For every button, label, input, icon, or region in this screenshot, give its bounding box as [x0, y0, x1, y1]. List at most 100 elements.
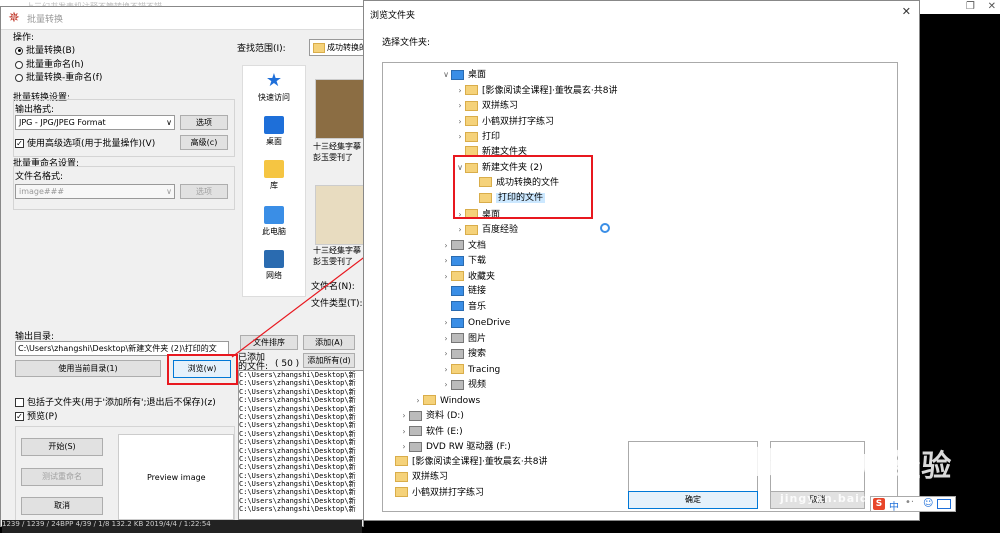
drive-icon — [409, 426, 422, 436]
filename-format-select[interactable]: image### ∨ — [15, 184, 175, 199]
added-files-list[interactable]: C:\Users\zhangshi\Desktop\新 C:\Users\zhan… — [238, 370, 364, 520]
chevron-right-icon[interactable]: › — [455, 129, 465, 144]
options-button[interactable]: 选项 — [180, 115, 228, 130]
use-current-dir-button[interactable]: 使用当前目录(1) — [15, 360, 161, 377]
preview-checkbox[interactable]: ✓ 预览(P) — [15, 409, 57, 422]
list-item[interactable]: C:\Users\zhangshi\Desktop\新 — [239, 379, 363, 387]
chevron-right-icon[interactable]: › — [441, 362, 451, 377]
chevron-right-icon[interactable]: › — [455, 98, 465, 113]
tree-node[interactable]: [影像阅读全课程]·董牧晨玄·共8讲 — [385, 455, 547, 470]
op-batch-convert-rename[interactable]: 批量转换-重命名(f) — [15, 70, 102, 83]
list-item[interactable]: C:\Users\zhangshi\Desktop\新 — [239, 396, 363, 404]
chevron-right-icon[interactable]: › — [455, 222, 465, 237]
add-all-button[interactable]: 添加所有(d) — [303, 353, 355, 368]
list-item[interactable]: C:\Users\zhangshi\Desktop\新 — [239, 497, 363, 505]
tree-node[interactable]: › OneDrive — [441, 315, 510, 330]
list-item[interactable]: C:\Users\zhangshi\Desktop\新 — [239, 463, 363, 471]
tree-node-label: 下载 — [468, 256, 487, 266]
tree-node[interactable]: › 双拼练习 — [455, 98, 518, 113]
tree-node[interactable]: › Tracing — [441, 362, 500, 377]
tree-node[interactable]: › Windows — [413, 393, 480, 408]
keyboard-icon[interactable] — [937, 499, 951, 509]
list-item[interactable]: C:\Users\zhangshi\Desktop\新 — [239, 447, 363, 455]
tree-node[interactable]: › 百度经验 — [455, 222, 518, 237]
cancel-button[interactable]: 取消 — [21, 497, 103, 515]
search-scope-select[interactable]: 成功转换的 — [309, 39, 365, 56]
tree-node[interactable]: › 资料 (D:) — [399, 408, 464, 423]
place-network[interactable]: 网络 — [244, 250, 304, 281]
chevron-down-icon[interactable]: ∨ — [441, 67, 451, 82]
tree-node[interactable]: › DVD RW 驱动器 (F:) — [399, 439, 511, 454]
chevron-right-icon[interactable]: › — [399, 408, 409, 423]
chevron-right-icon[interactable]: › — [455, 114, 465, 129]
checkbox-checked-icon: ✓ — [15, 139, 24, 148]
place-desktop[interactable]: 桌面 — [244, 116, 304, 147]
list-item[interactable]: C:\Users\zhangshi\Desktop\新 — [239, 421, 363, 429]
chevron-right-icon[interactable]: › — [413, 393, 423, 408]
chevron-right-icon[interactable]: › — [441, 346, 451, 361]
chevron-right-icon[interactable]: › — [441, 331, 451, 346]
browse-button[interactable]: 浏览(w) — [173, 360, 231, 378]
tree-node[interactable]: › 打印 — [455, 129, 500, 144]
tree-node[interactable]: ∨ 桌面 — [441, 67, 486, 82]
tree-node[interactable]: › 软件 (E:) — [399, 424, 463, 439]
chevron-right-icon[interactable]: › — [441, 253, 451, 268]
tree-node-label: 双拼练习 — [412, 472, 449, 482]
tree-node[interactable]: › [影像阅读全课程]·董牧晨玄·共8讲 — [455, 83, 617, 98]
list-item[interactable]: C:\Users\zhangshi\Desktop\新 — [239, 388, 363, 396]
op-batch-rename[interactable]: 批量重命名(h) — [15, 57, 84, 70]
advanced-checkbox[interactable]: ✓ 使用高级选项(用于批量操作)(V) — [15, 136, 155, 149]
chevron-right-icon[interactable]: › — [399, 439, 409, 454]
tree-node-label: 软件 (E:) — [426, 426, 463, 437]
list-item[interactable]: C:\Users\zhangshi\Desktop\新 — [239, 430, 363, 438]
tree-node[interactable]: 链接 — [441, 284, 486, 299]
ime-punct-icon[interactable]: •· — [905, 497, 914, 508]
list-item[interactable]: C:\Users\zhangshi\Desktop\新 — [239, 505, 363, 513]
tree-node[interactable]: › 文档 — [441, 238, 486, 253]
place-quick-access[interactable]: ★ 快速访问 — [244, 72, 304, 103]
tree-node[interactable]: › 视频 — [441, 377, 486, 392]
tree-node[interactable]: 音乐 — [441, 300, 486, 315]
advanced-button[interactable]: 高级(c) — [180, 135, 228, 150]
output-format-select[interactable]: JPG - JPG/JPEG Format ∨ — [15, 115, 175, 130]
checkbox-checked-icon: ✓ — [15, 412, 24, 421]
rename-options-button[interactable]: 选项 — [180, 184, 228, 199]
tree-node[interactable]: › 搜索 — [441, 346, 486, 361]
list-item[interactable]: C:\Users\zhangshi\Desktop\新 — [239, 472, 363, 480]
ok-button[interactable]: 确定 — [628, 491, 758, 509]
test-rename-button[interactable]: 测试重命名 — [21, 468, 103, 486]
chevron-right-icon[interactable]: › — [399, 424, 409, 439]
chevron-right-icon[interactable]: › — [441, 238, 451, 253]
list-item[interactable]: C:\Users\zhangshi\Desktop\新 — [239, 438, 363, 446]
thumbnail-2-label: 十三经集字摹彭玉雯刊了 — [313, 246, 361, 266]
restore-icon[interactable]: ❐ — [966, 1, 975, 12]
list-item[interactable]: C:\Users\zhangshi\Desktop\新 — [239, 488, 363, 496]
thumbnail-2[interactable] — [315, 185, 367, 245]
tree-node[interactable]: › 下载 — [441, 253, 486, 268]
place-label: 快速访问 — [258, 93, 290, 102]
add-button[interactable]: 添加(A) — [303, 335, 355, 350]
file-sort-button[interactable]: 文件排序 — [240, 335, 298, 350]
start-button[interactable]: 开始(S) — [21, 438, 103, 456]
chevron-right-icon[interactable]: › — [441, 315, 451, 330]
ime-toolbar[interactable]: S 中 •· ☺ — [870, 496, 956, 513]
ime-chinese-mode[interactable]: 中 — [889, 498, 899, 513]
tree-node[interactable]: 小鹤双拼打字练习 — [385, 486, 484, 501]
close-icon[interactable]: ✕ — [988, 1, 996, 12]
list-item[interactable]: C:\Users\zhangshi\Desktop\新 — [239, 405, 363, 413]
place-this-pc[interactable]: 此电脑 — [244, 206, 304, 237]
chevron-right-icon[interactable]: › — [441, 269, 451, 284]
dialog-close-icon[interactable]: ✕ — [902, 5, 911, 18]
op-batch-convert[interactable]: 批量转换(B) — [15, 43, 75, 56]
tree-node[interactable]: › 小鹤双拼打字练习 — [455, 114, 554, 129]
ime-mic-icon[interactable]: ☺ — [923, 498, 933, 509]
include-sub-checkbox[interactable]: 包括子文件夹(用于'添加所有';退出后不保存)(z) — [15, 395, 216, 408]
tree-node[interactable]: › 图片 — [441, 331, 486, 346]
tree-node[interactable]: 双拼练习 — [385, 470, 448, 485]
chevron-right-icon[interactable]: › — [441, 377, 451, 392]
thumbnail-1[interactable] — [315, 79, 367, 139]
tree-node[interactable]: › 收藏夹 — [441, 269, 495, 284]
chevron-right-icon[interactable]: › — [455, 83, 465, 98]
search-scope-value: 成功转换的 — [327, 43, 365, 52]
place-library[interactable]: 库 — [244, 160, 304, 191]
